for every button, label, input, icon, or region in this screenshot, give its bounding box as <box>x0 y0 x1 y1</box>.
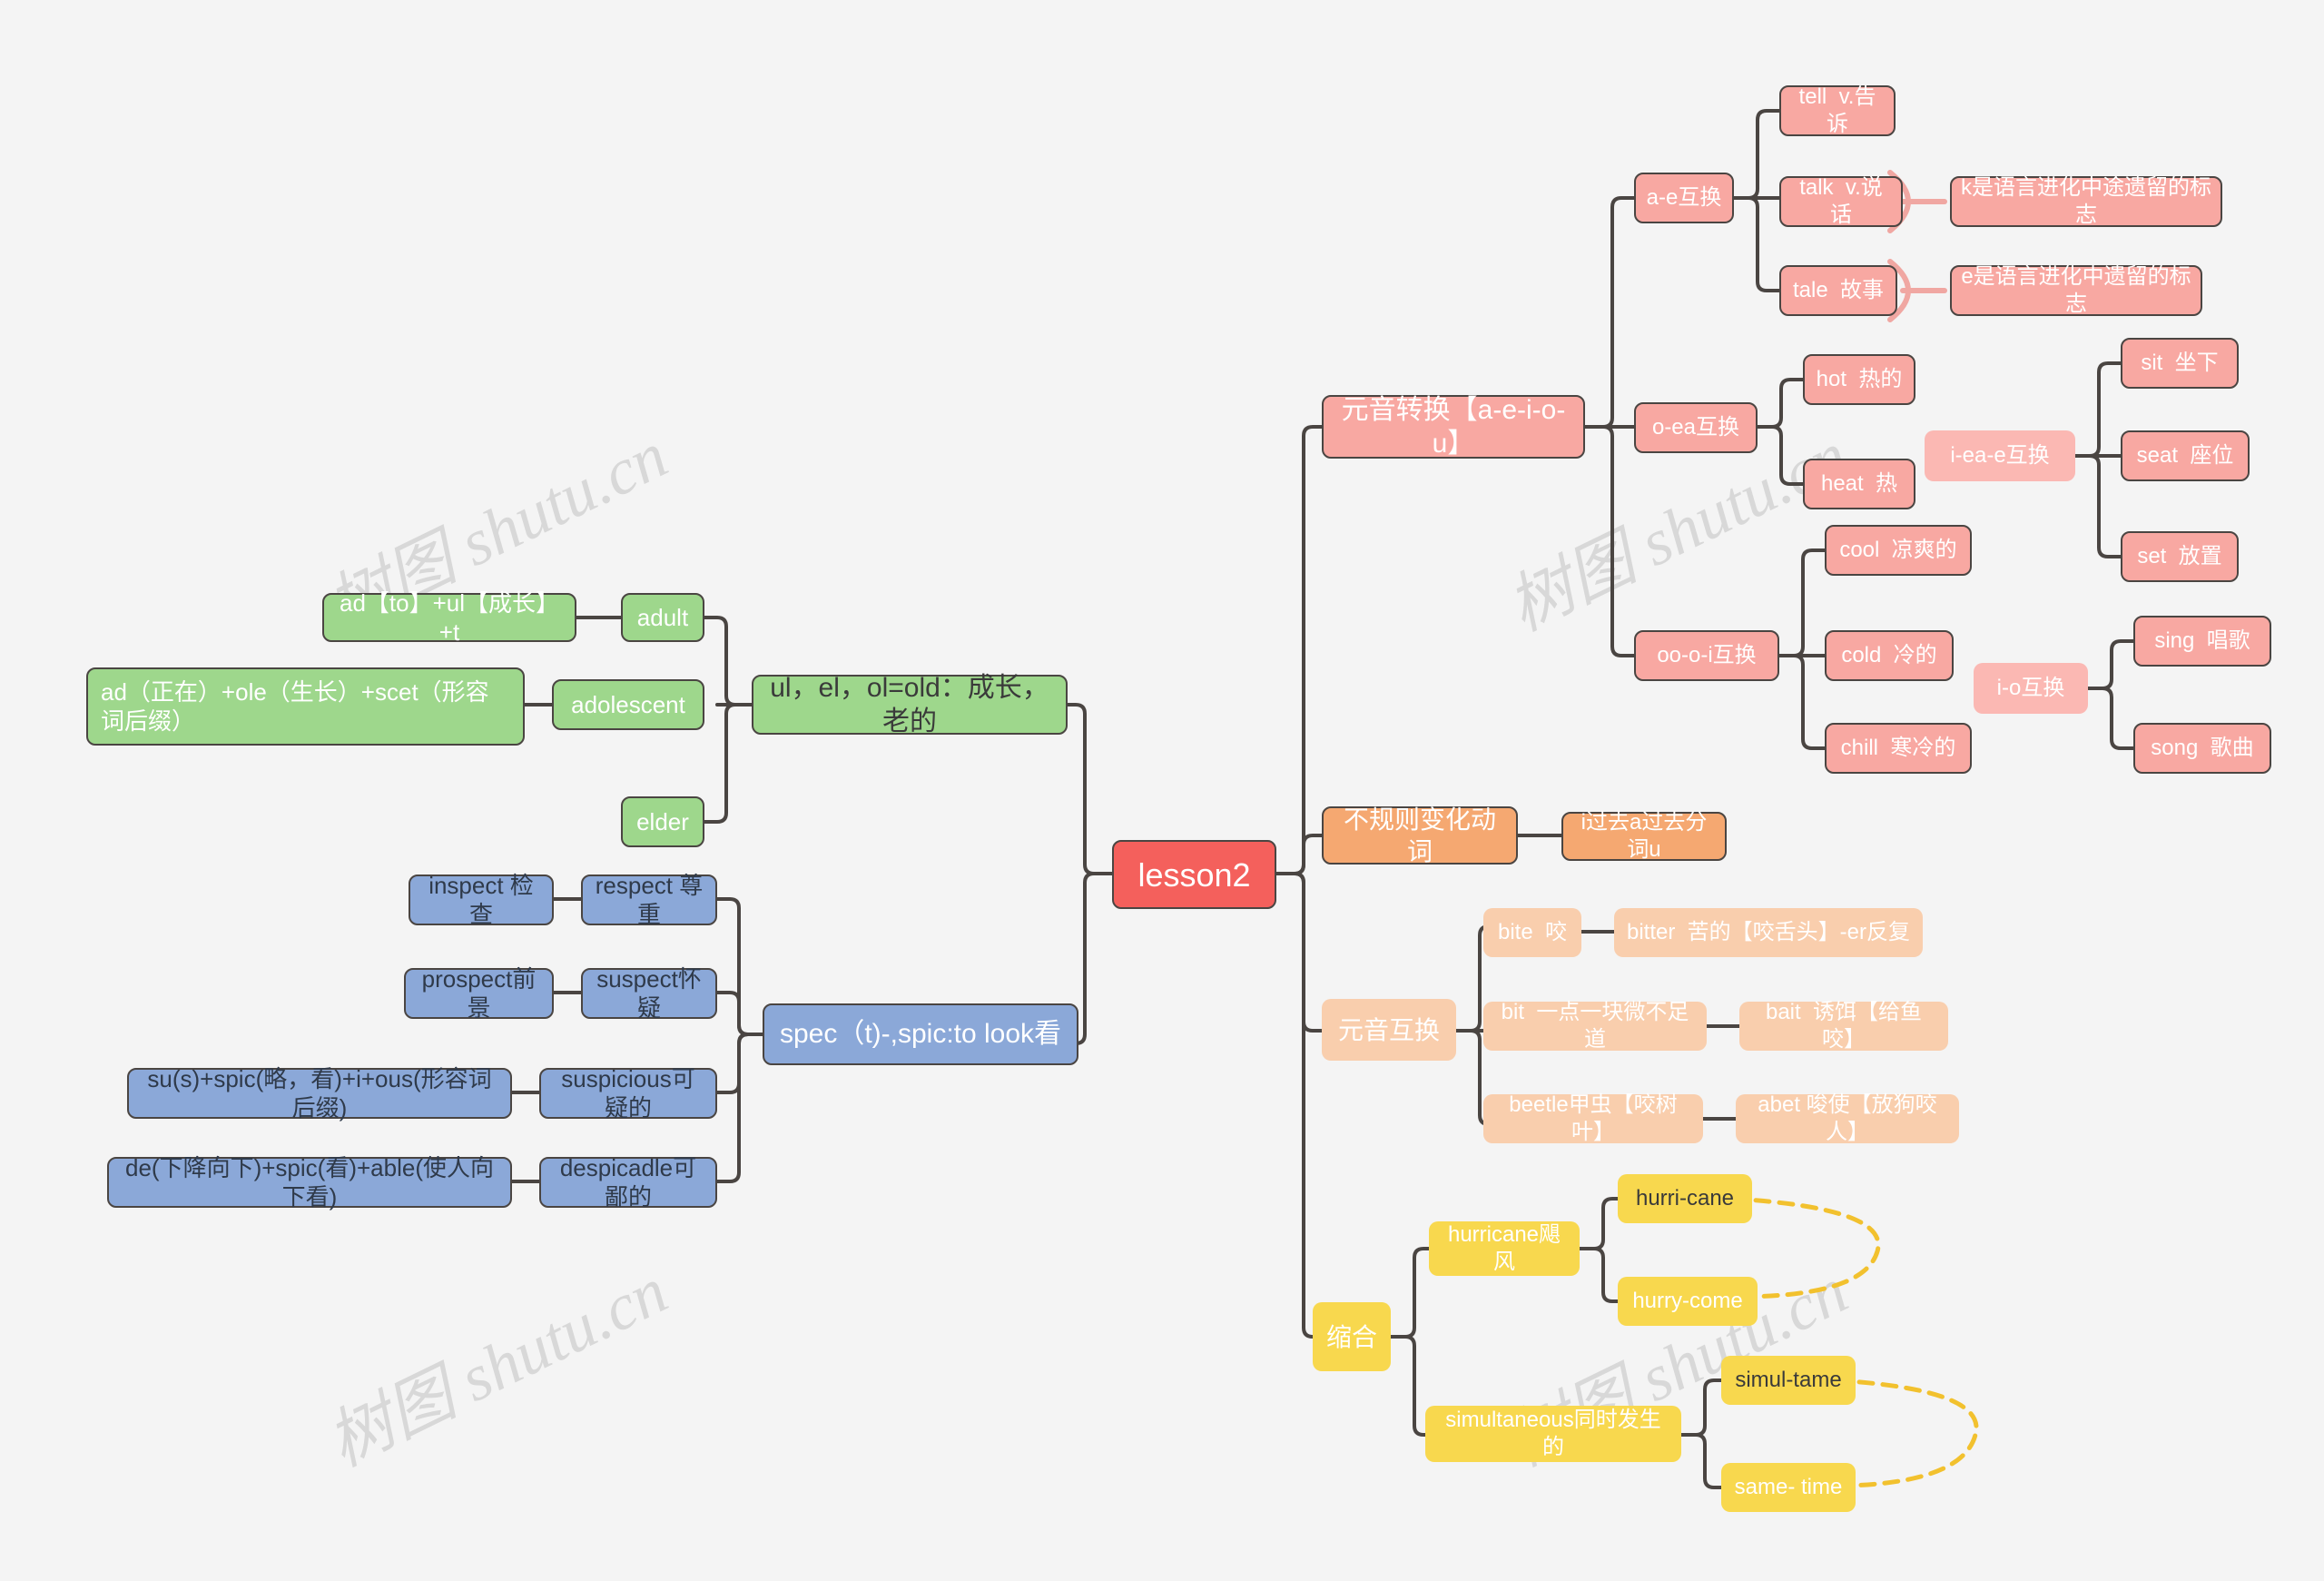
node-irregular-pattern[interactable]: i过去a过去分词u <box>1561 810 1727 862</box>
node-song[interactable]: song 歌曲 <box>2133 723 2271 774</box>
node-despicable[interactable]: despicadle可鄙的 <box>539 1154 717 1210</box>
group-node-i-o[interactable]: i-o互换 <box>1974 663 2088 714</box>
node-tell[interactable]: tell v.告诉 <box>1779 84 1896 136</box>
node-prospect[interactable]: prospect前景 <box>404 965 554 1022</box>
node-simul-tame[interactable]: simul-tame <box>1721 1356 1856 1405</box>
node-cool[interactable]: cool 凉爽的 <box>1825 525 1972 576</box>
node-hurry-come[interactable]: hurry-come <box>1618 1277 1758 1326</box>
note-talk-k[interactable]: k是语言进化中途遗留的标志 <box>1950 175 2222 227</box>
group-node-i-ea-e[interactable]: i-ea-e互换 <box>1925 430 2075 481</box>
node-inspect[interactable]: inspect 检查 <box>409 872 554 928</box>
node-tale[interactable]: tale 故事 <box>1779 265 1897 316</box>
node-suspect[interactable]: suspect怀疑 <box>581 965 717 1022</box>
branch-node-spec[interactable]: spec（t)-,spic:to look看 <box>763 1003 1078 1065</box>
group-node-oo-o-i[interactable]: oo-o-i互换 <box>1634 630 1779 681</box>
node-simultaneous[interactable]: simultaneous同时发生的 <box>1425 1406 1681 1462</box>
node-same-time[interactable]: same- time <box>1721 1463 1856 1512</box>
node-chill[interactable]: chill 寒冷的 <box>1825 723 1972 774</box>
node-bite[interactable]: bite 咬 <box>1483 908 1581 957</box>
branch-node-vowel-swap[interactable]: 元音互换 <box>1322 999 1456 1061</box>
node-talk[interactable]: talk v.说话 <box>1779 175 1903 227</box>
note-tale-e[interactable]: e是语言进化中遗留的标志 <box>1950 264 2202 316</box>
group-node-o-ea[interactable]: o-ea互换 <box>1634 402 1758 453</box>
node-heat[interactable]: heat 热 <box>1803 459 1915 509</box>
node-despicable-source[interactable]: de(下降向下)+spic(看)+able(使人向下看) <box>107 1154 512 1210</box>
node-abet[interactable]: abet 唆使【放狗咬人】 <box>1736 1092 1959 1144</box>
node-sit[interactable]: sit 坐下 <box>2121 338 2239 389</box>
node-bit[interactable]: bit 一点一块微不足道 <box>1483 1000 1707 1052</box>
node-adolescent[interactable]: adolescent <box>552 679 704 730</box>
watermark: 树图 shutu.cn <box>316 1253 678 1480</box>
node-seat[interactable]: seat 座位 <box>2121 430 2250 481</box>
node-suspicious-source[interactable]: su(s)+spic(略，看)+i+ous(形容词后缀) <box>127 1065 512 1122</box>
mindmap-canvas: 树图 shutu.cn 树图 shutu.cn 树图 shutu.cn 树图 s… <box>0 0 2324 1581</box>
node-adolescent-source[interactable]: ad（正在）+ole（生长）+scet（形容词后缀） <box>86 667 525 746</box>
node-beetle[interactable]: beetle甲虫【咬树叶】 <box>1483 1092 1703 1144</box>
root-node-lesson2[interactable]: lesson2 <box>1112 840 1276 909</box>
node-bait[interactable]: bait 诱饵【给鱼咬】 <box>1739 1000 1948 1052</box>
node-bitter[interactable]: bitter 苦的【咬舌头】-er反复 <box>1614 908 1923 957</box>
node-sing[interactable]: sing 唱歌 <box>2133 616 2271 667</box>
node-hurricane[interactable]: hurricane飓风 <box>1429 1221 1580 1276</box>
node-adult-source[interactable]: ad【to】+ul【成长】+t <box>322 589 576 646</box>
node-set[interactable]: set 放置 <box>2121 531 2239 582</box>
branch-node-vowel-shift[interactable]: 元音转换【a-e-i-o-u】 <box>1322 395 1585 459</box>
node-suspicious[interactable]: suspicious可疑的 <box>539 1065 717 1122</box>
node-cold[interactable]: cold 冷的 <box>1825 630 1954 681</box>
edge-layer <box>510 109 2135 1494</box>
node-respect[interactable]: respect 尊重 <box>581 872 717 928</box>
branch-node-contraction[interactable]: 缩合 <box>1313 1302 1391 1371</box>
branch-node-irregular-verbs[interactable]: 不规则变化动词 <box>1322 805 1518 865</box>
group-node-a-e[interactable]: a-e互换 <box>1634 173 1734 223</box>
branch-node-ul-el-ol[interactable]: ul，el，ol=old：成长，老的 <box>752 673 1068 736</box>
node-elder[interactable]: elder <box>621 796 704 847</box>
node-hurri-cane[interactable]: hurri-cane <box>1618 1174 1752 1223</box>
node-adult[interactable]: adult <box>621 593 704 642</box>
node-hot[interactable]: hot 热的 <box>1803 354 1915 405</box>
